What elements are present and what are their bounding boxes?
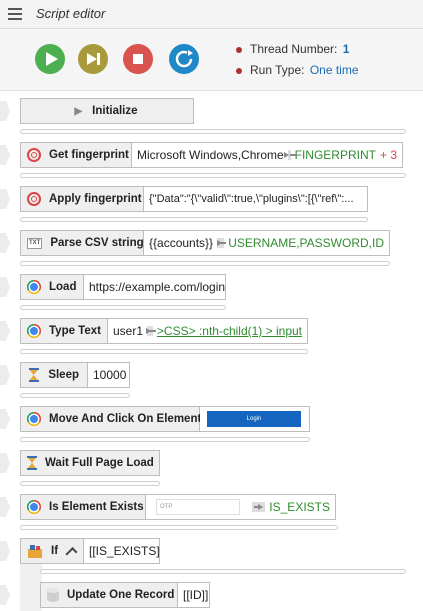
step-label[interactable]: If bbox=[20, 538, 84, 564]
connector-bar bbox=[20, 217, 368, 222]
step-get-fingerprint[interactable]: Get fingerprint Microsoft Windows,Chrome… bbox=[20, 142, 403, 168]
stop-button[interactable] bbox=[123, 44, 153, 74]
step-params[interactable]: [[IS_EXISTS]] bbox=[84, 538, 160, 564]
drag-handle[interactable] bbox=[0, 233, 10, 253]
drag-handle[interactable] bbox=[0, 365, 10, 385]
step-forward-icon bbox=[87, 53, 100, 65]
drag-handle[interactable] bbox=[0, 101, 10, 121]
bullet-icon bbox=[236, 67, 242, 74]
step-params[interactable]: OTP IS_EXISTS bbox=[146, 494, 336, 520]
drag-handle[interactable] bbox=[0, 189, 10, 209]
reload-icon bbox=[175, 50, 193, 68]
connector-bar bbox=[20, 393, 130, 398]
step-type-text[interactable]: Type Text user1 >CSS> :nth-child(1) > in… bbox=[20, 318, 308, 344]
step-params[interactable]: 10000 bbox=[88, 362, 130, 388]
element-preview: OTP bbox=[156, 499, 241, 515]
step-label[interactable]: TXT Parse CSV string bbox=[20, 230, 144, 256]
connector-bar bbox=[20, 349, 308, 354]
step-is-element-exists[interactable]: Is Element Exists OTP IS_EXISTS bbox=[20, 494, 336, 520]
if-block-rail bbox=[20, 564, 42, 611]
connector-bar bbox=[20, 437, 310, 442]
connector-bar bbox=[40, 569, 406, 574]
arrow-icon bbox=[145, 326, 156, 336]
step-wait-page-load[interactable]: Wait Full Page Load bbox=[20, 450, 160, 476]
if-icon bbox=[27, 543, 43, 559]
connector-bar bbox=[20, 481, 160, 486]
step-label[interactable]: Type Text bbox=[20, 318, 108, 344]
step-label[interactable]: Apply fingerprint bbox=[20, 186, 144, 212]
drag-handle[interactable] bbox=[0, 541, 10, 561]
step-parse-csv[interactable]: TXT Parse CSV string {{accounts}} USERNA… bbox=[20, 230, 390, 256]
step-label[interactable]: Sleep bbox=[20, 362, 88, 388]
connector-bar bbox=[20, 129, 406, 134]
collapse-icon[interactable] bbox=[65, 547, 78, 559]
step-initialize[interactable]: ▶ Initialize bbox=[20, 98, 194, 124]
step-params[interactable]: [[ID]] bbox=[178, 582, 210, 608]
step-label[interactable]: Wait Full Page Load bbox=[20, 450, 160, 476]
connector-bar bbox=[20, 261, 390, 266]
drag-handle[interactable] bbox=[0, 321, 10, 341]
step-label[interactable]: Is Element Exists bbox=[20, 494, 146, 520]
step-params[interactable]: {{accounts}} USERNAME,PASSWORD,ID bbox=[144, 230, 390, 256]
step-label[interactable]: Load bbox=[20, 274, 84, 300]
step-label[interactable]: Move And Click On Element bbox=[20, 406, 201, 432]
connector-bar bbox=[20, 173, 406, 178]
play-icon bbox=[46, 52, 58, 66]
step-label[interactable]: Get fingerprint bbox=[20, 142, 132, 168]
play-button[interactable] bbox=[35, 44, 65, 74]
step-update-record[interactable]: Update One Record [[ID]] bbox=[40, 582, 210, 608]
reload-button[interactable] bbox=[169, 44, 199, 74]
step-params[interactable]: https://example.com/login bbox=[84, 274, 226, 300]
step-apply-fingerprint[interactable]: Apply fingerprint {"Data":"{\"valid\":tr… bbox=[20, 186, 368, 212]
chrome-icon bbox=[27, 323, 41, 339]
drag-handle[interactable] bbox=[0, 409, 10, 429]
step-params[interactable]: Microsoft Windows,Chrome FINGERPRINT + 3 bbox=[132, 142, 403, 168]
window-title: Script editor bbox=[36, 6, 106, 21]
step-load[interactable]: Load https://example.com/login bbox=[20, 274, 226, 300]
drag-handle[interactable] bbox=[0, 453, 10, 473]
run-type: Run Type: One time bbox=[236, 63, 359, 77]
bullet-icon bbox=[236, 46, 242, 53]
step-label[interactable]: ▶ Initialize bbox=[20, 98, 194, 124]
title-bar: Script editor bbox=[0, 0, 423, 29]
fingerprint-icon bbox=[27, 191, 41, 207]
arrow-icon bbox=[217, 238, 227, 248]
hourglass-icon bbox=[27, 367, 40, 383]
stop-icon bbox=[133, 54, 143, 64]
drag-handle[interactable] bbox=[0, 585, 10, 605]
step-move-click[interactable]: Move And Click On Element Login bbox=[20, 406, 310, 432]
chrome-icon bbox=[27, 499, 41, 515]
step-params[interactable]: {"Data":"{\"valid\":true,\"plugins\":[{\… bbox=[144, 186, 368, 212]
drag-handle[interactable] bbox=[0, 497, 10, 517]
step-button[interactable] bbox=[78, 44, 108, 74]
drag-handle[interactable] bbox=[0, 145, 10, 165]
step-sleep[interactable]: Sleep 10000 bbox=[20, 362, 130, 388]
step-label[interactable]: Update One Record bbox=[40, 582, 178, 608]
chrome-icon bbox=[27, 411, 41, 427]
connector-bar bbox=[20, 525, 338, 530]
arrow-icon bbox=[283, 150, 297, 160]
arrow-icon bbox=[251, 502, 266, 512]
fingerprint-icon bbox=[27, 147, 41, 163]
connector-bar bbox=[20, 305, 226, 310]
play-icon: ▶ bbox=[74, 105, 83, 117]
step-params[interactable]: Login bbox=[200, 406, 310, 432]
step-params[interactable]: user1 >CSS> :nth-child(1) > input bbox=[108, 318, 308, 344]
chrome-icon bbox=[27, 279, 41, 295]
database-icon bbox=[47, 587, 59, 603]
drag-handle[interactable] bbox=[0, 277, 10, 297]
hourglass-icon bbox=[27, 455, 37, 471]
text-icon: TXT bbox=[27, 235, 43, 251]
control-panel: Thread Number: 1 Run Type: One time bbox=[0, 29, 423, 91]
step-if[interactable]: If [[IS_EXISTS]] bbox=[20, 538, 160, 564]
menu-icon[interactable] bbox=[8, 8, 22, 20]
thread-number: Thread Number: 1 bbox=[236, 42, 349, 56]
element-preview: Login bbox=[207, 411, 301, 427]
